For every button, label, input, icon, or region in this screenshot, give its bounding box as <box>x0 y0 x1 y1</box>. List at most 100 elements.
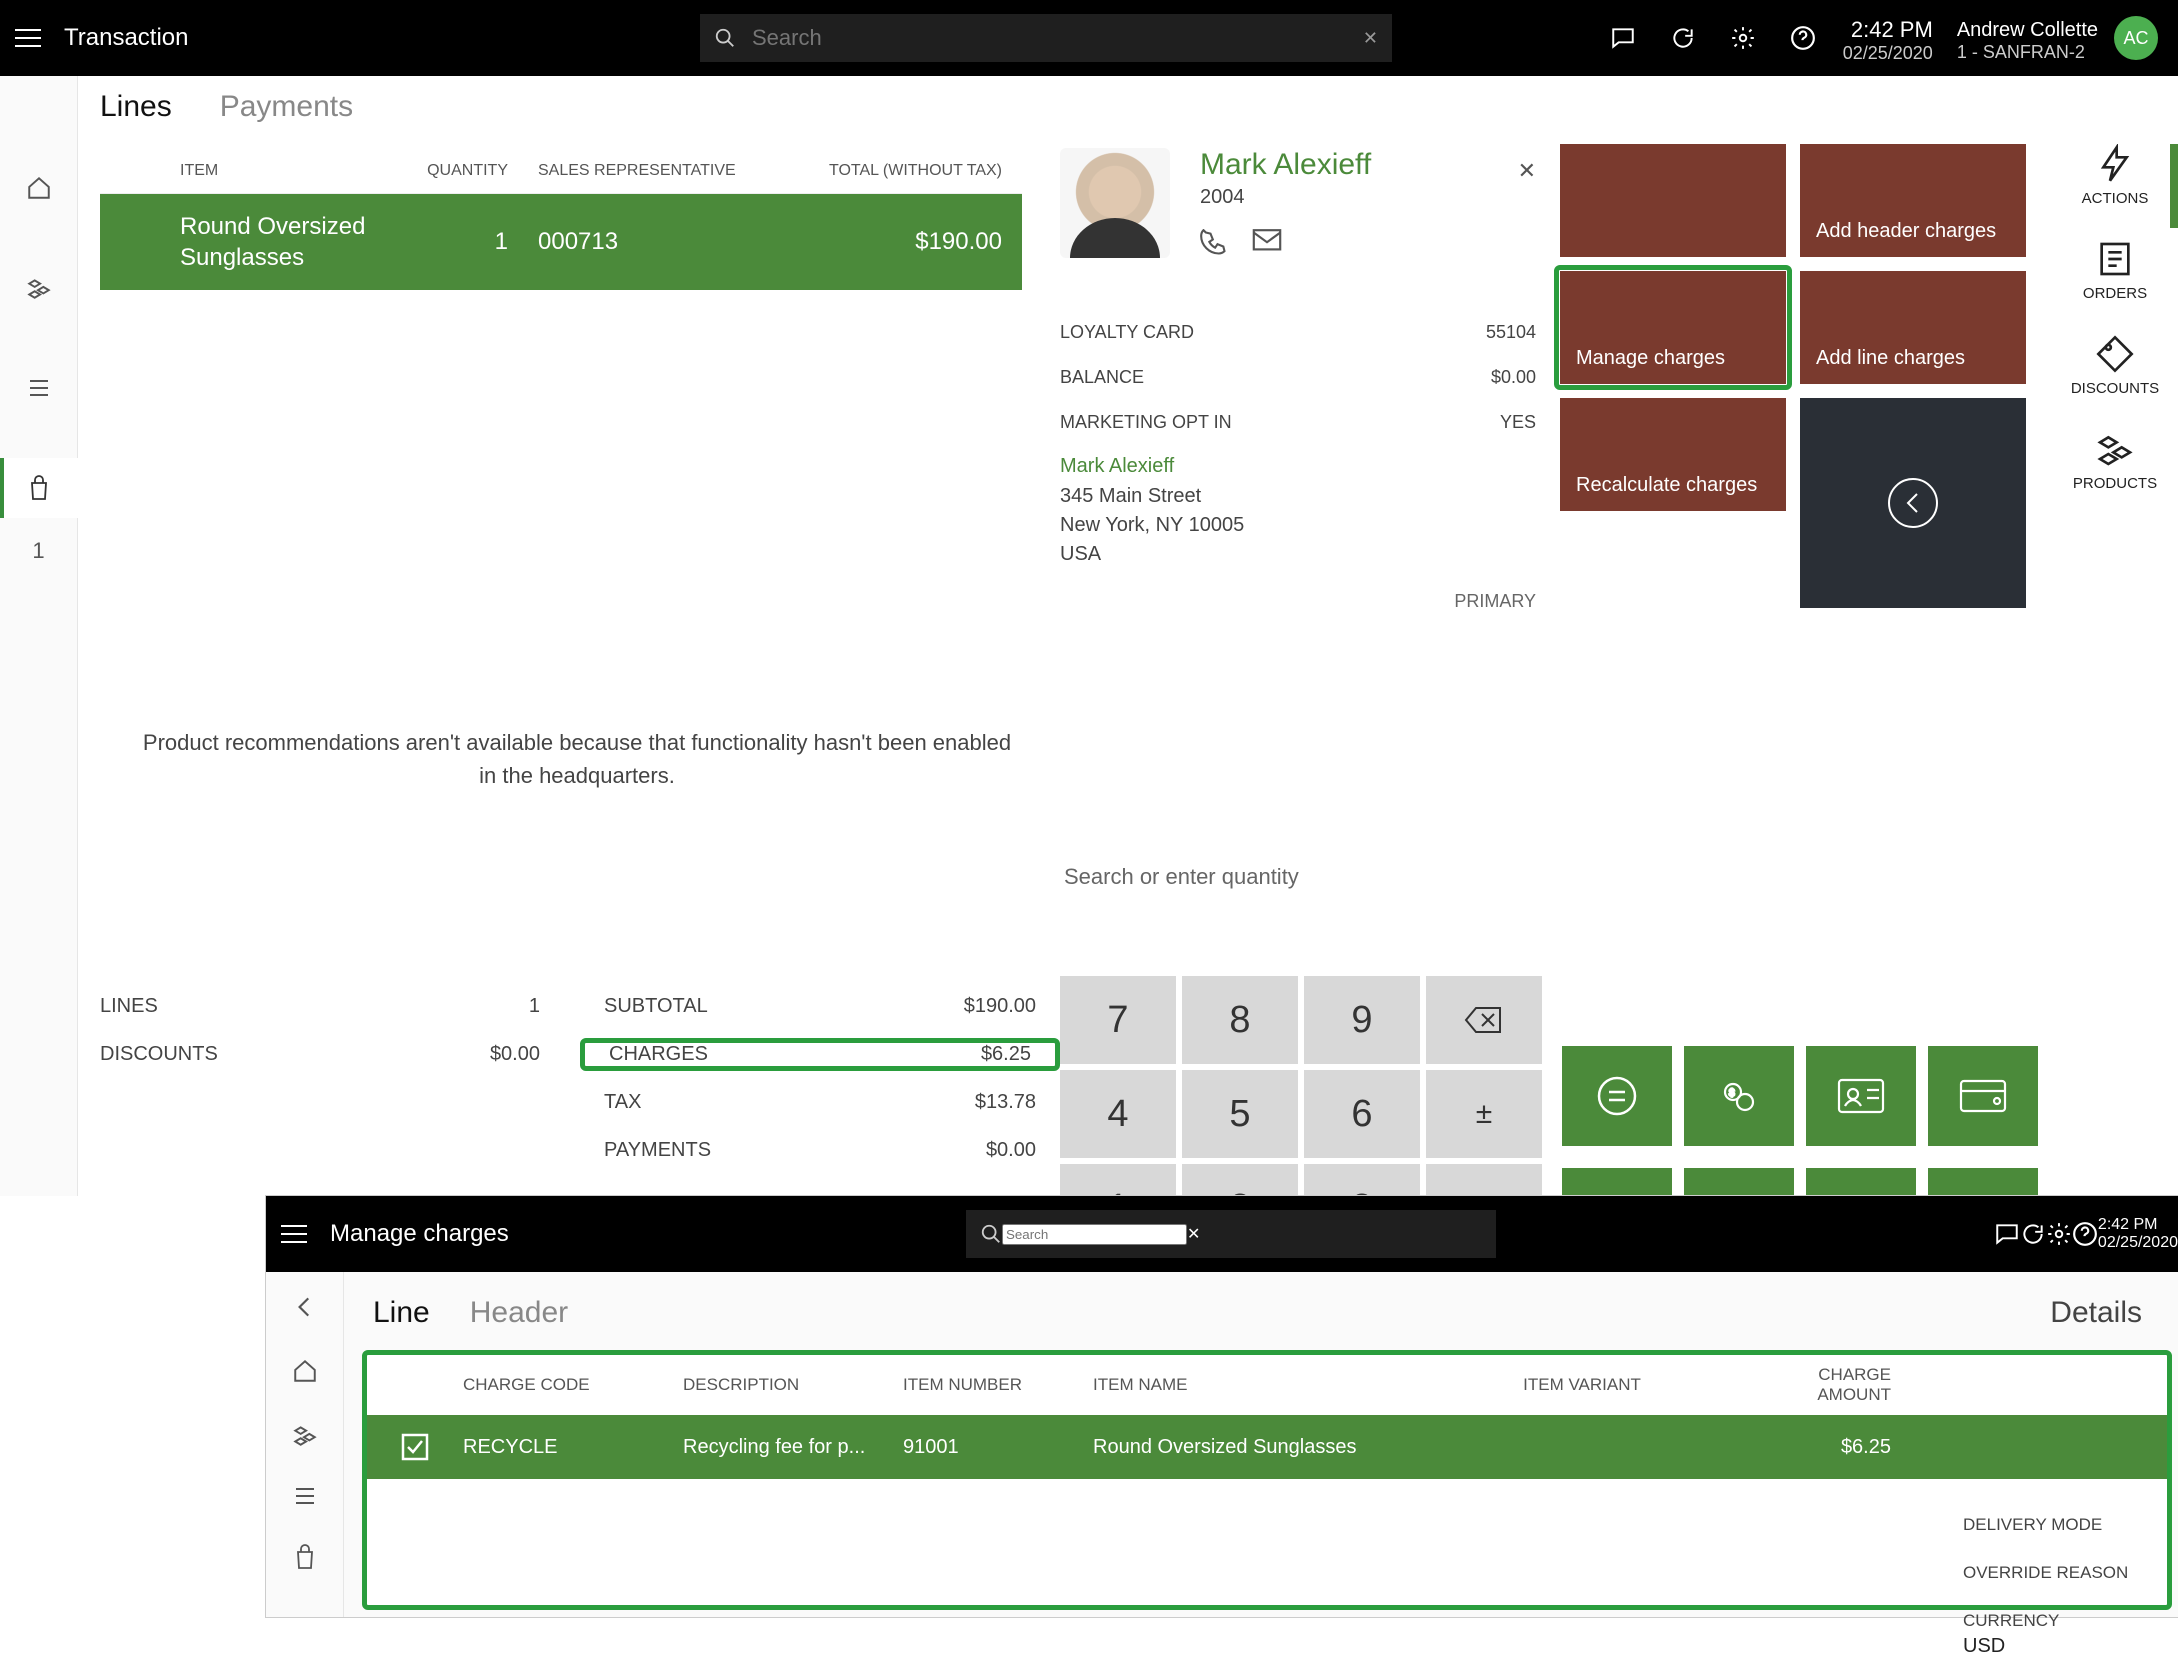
close-customer-button[interactable]: ✕ <box>1518 158 1536 184</box>
green-btn-5[interactable] <box>1562 1168 1672 1196</box>
help-button[interactable] <box>1773 0 1833 76</box>
header-bar: Transaction ✕ 2:42 PM 02/25/2020 Andrew … <box>0 0 2178 76</box>
tile-recalculate-charges[interactable]: Recalculate charges <box>1560 398 1786 511</box>
settings-button[interactable] <box>1713 0 1773 76</box>
nav-list-2[interactable] <box>292 1486 318 1506</box>
charges-row[interactable]: RECYCLE Recycling fee for p... 91001 Rou… <box>367 1415 2167 1479</box>
mail-icon[interactable] <box>1252 229 1282 253</box>
boxes-icon <box>26 275 52 301</box>
charges-header-row: CHARGE CODE DESCRIPTION ITEM NUMBER ITEM… <box>367 1355 2167 1415</box>
green-strip <box>1562 1168 2038 1196</box>
help-button-2[interactable] <box>2072 1221 2098 1247</box>
rbar-discounts[interactable]: DISCOUNTS <box>2071 334 2159 397</box>
manage-charges-header: Manage charges ✕ 2:42 PM 02/25/2020 <box>266 1196 2178 1272</box>
action-equals[interactable] <box>1562 1046 1672 1146</box>
details-currency-value: USD <box>1963 1635 2149 1658</box>
green-btn-6[interactable] <box>1684 1168 1794 1196</box>
clear-search-button[interactable]: ✕ <box>1363 28 1378 49</box>
item-name: Round Oversized Sunglasses <box>100 211 396 273</box>
key-8[interactable]: 8 <box>1182 976 1298 1064</box>
chat-button-2[interactable] <box>1994 1221 2020 1247</box>
nav-home[interactable] <box>0 158 78 218</box>
menu-button[interactable] <box>0 28 56 48</box>
card-icon <box>1959 1079 2007 1113</box>
addr-line-3: USA <box>1060 540 1536 569</box>
rbar-products[interactable]: PRODUCTS <box>2073 429 2157 492</box>
search-icon <box>980 1223 1002 1245</box>
rbar-actions[interactable]: ACTIONS <box>2082 144 2149 207</box>
action-card[interactable] <box>1928 1046 2038 1146</box>
payments-label: PAYMENTS <box>604 1139 711 1162</box>
store-name: 1 - SANFRAN-2 <box>1957 42 2098 64</box>
primary-label: PRIMARY <box>1060 591 1536 612</box>
tile-add-header-charges[interactable]: Add header charges <box>1800 144 2026 257</box>
details-currency-label: CURRENCY <box>1963 1611 2149 1631</box>
home-icon <box>292 1358 318 1384</box>
page-title: Transaction <box>64 24 189 52</box>
lines-icon <box>26 378 52 398</box>
avatar-badge[interactable]: AC <box>2114 16 2158 60</box>
tile-back[interactable] <box>1800 398 2026 608</box>
customer-link[interactable]: Mark Alexieff <box>1060 445 1536 482</box>
green-btn-8[interactable] <box>1928 1168 2038 1196</box>
key-5[interactable]: 5 <box>1182 1070 1298 1158</box>
rbar-orders[interactable]: ORDERS <box>2083 239 2147 302</box>
arrow-left-icon <box>292 1294 318 1320</box>
tile-blank-1[interactable] <box>1560 144 1786 257</box>
nav-home-2[interactable] <box>292 1358 318 1384</box>
phone-icon[interactable] <box>1200 229 1228 257</box>
key-4[interactable]: 4 <box>1060 1070 1176 1158</box>
nav-cart-2[interactable] <box>293 1544 317 1570</box>
col-item-name: ITEM NAME <box>1093 1375 1419 1395</box>
products-icon <box>2095 429 2135 469</box>
row-checkbox[interactable] <box>367 1432 463 1462</box>
tile-add-header-label: Add header charges <box>1816 220 1996 243</box>
clear-search-button-2[interactable]: ✕ <box>1187 1224 1200 1244</box>
search-input-2[interactable] <box>1002 1224 1187 1245</box>
payments-value: $0.00 <box>986 1139 1036 1162</box>
details-delivery-mode: DELIVERY MODE <box>1963 1515 2149 1535</box>
key-7[interactable]: 7 <box>1060 976 1176 1064</box>
key-backspace[interactable] <box>1426 976 1542 1064</box>
search-box[interactable]: ✕ <box>700 14 1392 62</box>
col-description: DESCRIPTION <box>683 1375 903 1395</box>
settings-button-2[interactable] <box>2046 1221 2072 1247</box>
nav-back[interactable] <box>292 1294 318 1320</box>
item-total: $190.00 <box>742 228 1022 256</box>
tile-manage-charges[interactable]: Manage charges <box>1560 271 1786 384</box>
key-6[interactable]: 6 <box>1304 1070 1420 1158</box>
item-row[interactable]: Round Oversized Sunglasses 1 000713 $190… <box>100 194 1022 290</box>
nav-modules[interactable] <box>0 258 78 318</box>
tile-add-line-charges[interactable]: Add line charges <box>1800 271 2026 384</box>
menu-button-2[interactable] <box>266 1224 322 1244</box>
details-override-reason: OVERRIDE REASON <box>1963 1563 2149 1583</box>
tab-header[interactable]: Header <box>470 1296 568 1330</box>
key-9[interactable]: 9 <box>1304 976 1420 1064</box>
tab-lines[interactable]: Lines <box>100 90 172 124</box>
search-box-2[interactable]: ✕ <box>966 1210 1496 1258</box>
refresh-button[interactable] <box>1653 0 1713 76</box>
row-code: RECYCLE <box>463 1436 683 1459</box>
refresh-button-2[interactable] <box>2020 1221 2046 1247</box>
tab-payments[interactable]: Payments <box>220 90 353 124</box>
search-input[interactable] <box>750 24 1363 52</box>
addr-line-2: New York, NY 10005 <box>1060 511 1536 540</box>
refresh-icon <box>1670 25 1696 51</box>
customer-panel: ✕ Mark Alexieff 2004 LOYALTY CARD55104 B… <box>1060 148 1536 612</box>
green-actions: $ <box>1562 1046 2038 1146</box>
nav-list[interactable] <box>0 358 78 418</box>
green-btn-7[interactable] <box>1806 1168 1916 1196</box>
col-item: ITEM <box>100 162 396 180</box>
chat-button[interactable] <box>1593 0 1653 76</box>
left-nav: 1 <box>0 76 78 1196</box>
tab-line[interactable]: Line <box>373 1296 430 1330</box>
nav-modules-2[interactable] <box>292 1422 318 1448</box>
customer-photo <box>1060 148 1170 258</box>
search-quantity-label[interactable]: Search or enter quantity <box>1064 864 1299 890</box>
nav-cart[interactable] <box>0 458 78 518</box>
key-plusminus[interactable]: ± <box>1426 1070 1542 1158</box>
customer-name: Mark Alexieff <box>1200 148 1371 182</box>
right-action-bar: ACTIONS ORDERS DISCOUNTS PRODUCTS <box>2070 144 2160 492</box>
action-loyalty[interactable]: $ <box>1684 1046 1794 1146</box>
action-customer[interactable] <box>1806 1046 1916 1146</box>
